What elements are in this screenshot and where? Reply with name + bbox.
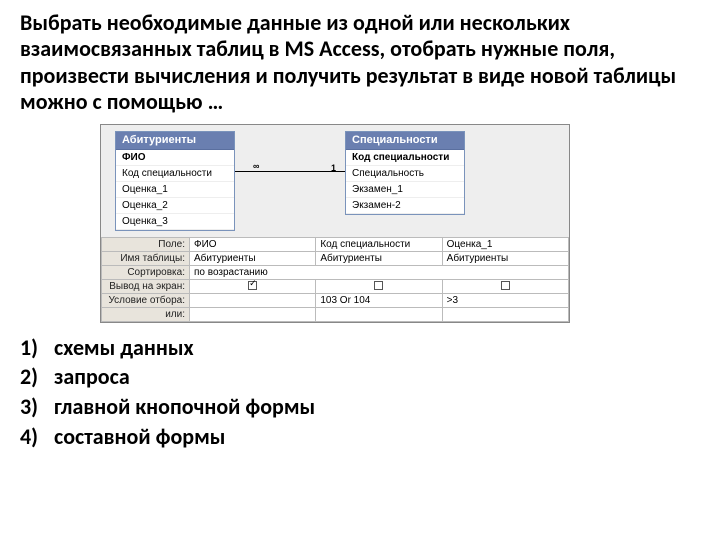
- cell[interactable]: ФИО: [190, 237, 316, 251]
- field-fio[interactable]: ФИО: [116, 150, 234, 166]
- row-label: Сортировка:: [102, 265, 190, 279]
- field-o3[interactable]: Оценка_3: [116, 214, 234, 230]
- row-label: Условие отбора:: [102, 293, 190, 307]
- cell[interactable]: [316, 307, 442, 321]
- row-label: Имя таблицы:: [102, 251, 190, 265]
- row-label: или:: [102, 307, 190, 321]
- cell[interactable]: [316, 279, 442, 293]
- query-design-grid: Поле: ФИО Код специальности Оценка_1 Имя…: [101, 237, 569, 322]
- relationship-left-symbol: ∞: [253, 161, 259, 171]
- question-text: Выбрать необходимые данные из одной или …: [20, 10, 700, 116]
- checkbox-icon[interactable]: [374, 281, 383, 290]
- checkbox-icon[interactable]: [501, 281, 510, 290]
- cell[interactable]: >3: [442, 293, 568, 307]
- field-e2[interactable]: Экзамен-2: [346, 198, 464, 214]
- answer-option-1: 1) схемы данных: [20, 333, 700, 363]
- table-specialnosti[interactable]: Специальности Код специальности Специаль…: [345, 131, 465, 215]
- checkbox-icon[interactable]: [248, 281, 257, 290]
- answer-text: схемы данных: [54, 333, 194, 363]
- answer-number: 4): [20, 422, 54, 452]
- row-sort: Сортировка: по возрастанию: [102, 265, 569, 279]
- table-abiturienty[interactable]: Абитуриенты ФИО Код специальности Оценка…: [115, 131, 235, 231]
- access-query-designer: Абитуриенты ФИО Код специальности Оценка…: [100, 124, 570, 323]
- field-spec[interactable]: Специальность: [346, 166, 464, 182]
- row-criteria: Условие отбора: 103 Or 104 >3: [102, 293, 569, 307]
- row-or: или:: [102, 307, 569, 321]
- cell[interactable]: [190, 279, 316, 293]
- answer-number: 1): [20, 333, 54, 363]
- cell[interactable]: Абитуриенты: [442, 251, 568, 265]
- answer-text: составной формы: [54, 422, 225, 452]
- answer-option-2: 2) запроса: [20, 362, 700, 392]
- row-show: Вывод на экран:: [102, 279, 569, 293]
- field-kod2[interactable]: Код специальности: [346, 150, 464, 166]
- cell[interactable]: [190, 307, 316, 321]
- row-field: Поле: ФИО Код специальности Оценка_1: [102, 237, 569, 251]
- field-o2[interactable]: Оценка_2: [116, 198, 234, 214]
- cell[interactable]: Оценка_1: [442, 237, 568, 251]
- relationship-right-symbol: 1: [331, 163, 336, 173]
- answer-option-4: 4) составной формы: [20, 422, 700, 452]
- cell[interactable]: Код специальности: [316, 237, 442, 251]
- relationship-line: [235, 171, 345, 172]
- cell[interactable]: [442, 279, 568, 293]
- table-title: Абитуриенты: [116, 132, 234, 150]
- table-title: Специальности: [346, 132, 464, 150]
- cell[interactable]: 103 Or 104: [316, 293, 442, 307]
- field-e1[interactable]: Экзамен_1: [346, 182, 464, 198]
- cell[interactable]: по возрастанию: [190, 265, 569, 279]
- cell[interactable]: [190, 293, 316, 307]
- relationship-pane: Абитуриенты ФИО Код специальности Оценка…: [101, 125, 569, 237]
- row-table: Имя таблицы: Абитуриенты Абитуриенты Аби…: [102, 251, 569, 265]
- answer-text: запроса: [54, 362, 130, 392]
- row-label: Вывод на экран:: [102, 279, 190, 293]
- field-kod[interactable]: Код специальности: [116, 166, 234, 182]
- cell[interactable]: Абитуриенты: [190, 251, 316, 265]
- answer-text: главной кнопочной формы: [54, 392, 315, 422]
- row-label: Поле:: [102, 237, 190, 251]
- cell[interactable]: [442, 307, 568, 321]
- answer-number: 2): [20, 362, 54, 392]
- answer-options: 1) схемы данных 2) запроса 3) главной кн…: [20, 333, 700, 452]
- cell[interactable]: Абитуриенты: [316, 251, 442, 265]
- field-o1[interactable]: Оценка_1: [116, 182, 234, 198]
- answer-number: 3): [20, 392, 54, 422]
- answer-option-3: 3) главной кнопочной формы: [20, 392, 700, 422]
